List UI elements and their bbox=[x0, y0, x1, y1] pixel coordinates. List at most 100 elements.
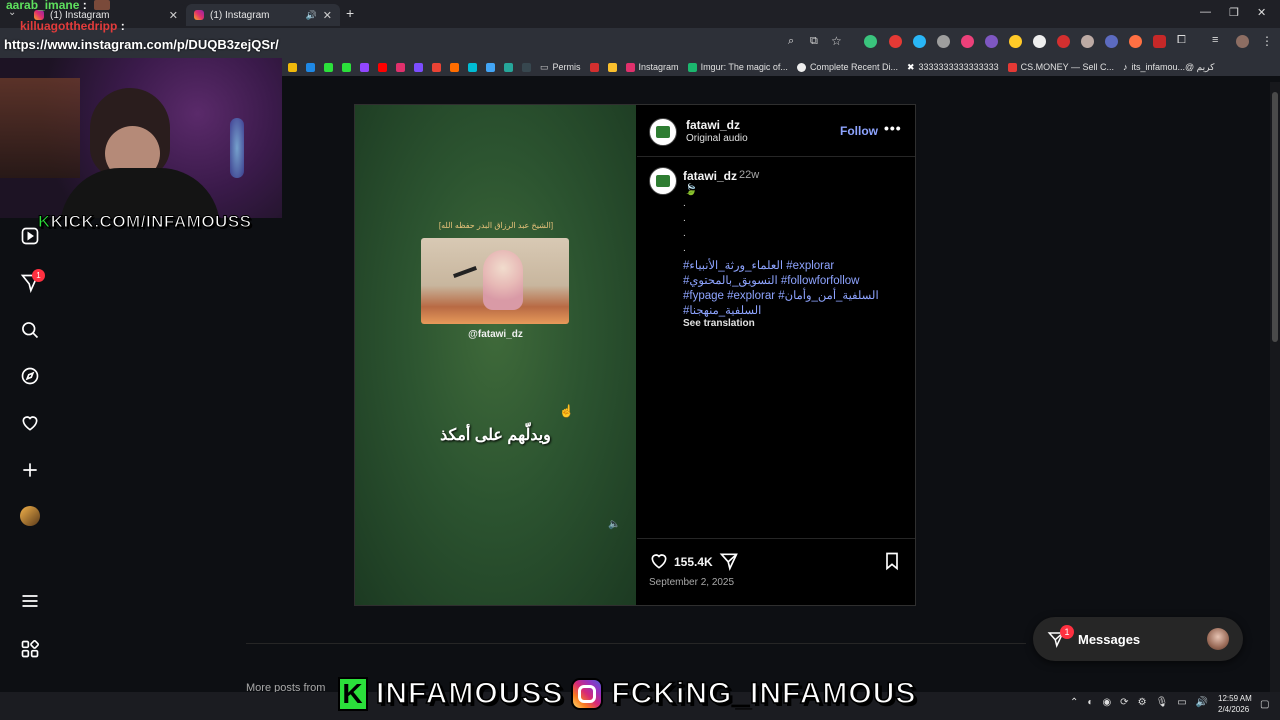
bookmark-3333[interactable]: ✖ 3333333333333333 bbox=[907, 62, 999, 73]
explore-nav-icon[interactable] bbox=[20, 366, 40, 386]
share-send-icon[interactable] bbox=[719, 551, 739, 576]
extension-icon[interactable] bbox=[937, 35, 950, 48]
create-plus-nav-icon[interactable] bbox=[20, 460, 40, 480]
mute-toggle-icon[interactable]: 🔈 bbox=[608, 519, 620, 530]
profile-avatar-nav[interactable] bbox=[20, 506, 40, 526]
extension-icon[interactable] bbox=[1153, 35, 1166, 48]
media-controls-icon[interactable]: ≡ bbox=[1212, 34, 1218, 46]
author-avatar[interactable] bbox=[649, 118, 677, 146]
discord-tray-icon[interactable]: ◉ bbox=[1102, 697, 1111, 708]
zoom-icon[interactable]: ⌕ bbox=[788, 35, 794, 48]
microphone-icon[interactable]: 🎙 bbox=[1156, 697, 1169, 708]
bookmark-icon[interactable] bbox=[414, 62, 423, 72]
new-tab-button[interactable]: + bbox=[346, 5, 354, 21]
bookmark-icon[interactable] bbox=[288, 62, 297, 72]
instagram-icon bbox=[625, 62, 635, 72]
follow-button[interactable]: Follow bbox=[840, 124, 878, 138]
bookmark-icon[interactable] bbox=[607, 62, 617, 72]
youtube-bookmark-icon[interactable] bbox=[378, 62, 387, 72]
install-app-icon[interactable]: ⧉ bbox=[810, 35, 818, 48]
reels-nav-icon[interactable] bbox=[20, 226, 40, 246]
extension-icon[interactable] bbox=[913, 35, 926, 48]
hashtag-line[interactable]: #العلماء_ورثة_الأنبياء #explorar bbox=[683, 259, 893, 274]
minimize-icon[interactable]: — bbox=[1200, 6, 1211, 18]
hashtag-line[interactable]: #fypage #explorar #السلفية_أمن_وأمان bbox=[683, 289, 893, 304]
browser-menu-icon[interactable]: ⋮ bbox=[1261, 34, 1273, 48]
speaker-icon[interactable]: 🔊 bbox=[306, 10, 317, 21]
original-audio-link[interactable]: Original audio bbox=[686, 133, 748, 144]
close-tab-icon[interactable]: ✕ bbox=[169, 9, 178, 22]
bookmark-icon[interactable] bbox=[306, 62, 315, 72]
hashtag-line[interactable]: #السلفية_منهجنا bbox=[683, 304, 893, 319]
notifications-heart-nav-icon[interactable] bbox=[20, 413, 40, 433]
extension-icon[interactable] bbox=[1009, 35, 1022, 48]
tray-app-icon[interactable]: ◐ bbox=[1087, 697, 1093, 708]
profile-avatar-icon[interactable] bbox=[1236, 35, 1249, 48]
search-nav-icon[interactable] bbox=[20, 320, 40, 340]
extension-icon[interactable] bbox=[985, 35, 998, 48]
video-subtitle: ويدلّهم على أمكذ bbox=[440, 427, 551, 444]
bookmark-folder-permis[interactable]: ▭ Permis bbox=[540, 62, 581, 73]
bookmark-github[interactable]: Complete Recent Di... bbox=[796, 62, 898, 72]
bookmark-icon[interactable] bbox=[450, 62, 459, 72]
address-bar-url[interactable]: https://www.instagram.com/p/DUQB3zejQSr/ bbox=[4, 37, 279, 52]
like-count[interactable]: 155.4K bbox=[674, 555, 713, 569]
extension-icon[interactable] bbox=[1105, 35, 1118, 48]
extension-icon[interactable] bbox=[1081, 35, 1094, 48]
bookmark-tiktok[interactable]: ♪ its_infamou...@ كريم bbox=[1123, 62, 1214, 73]
tray-app-icon[interactable]: ⟳ bbox=[1120, 697, 1128, 708]
bookmark-icon[interactable] bbox=[486, 62, 495, 72]
mouse-cursor-icon: ☝ bbox=[559, 404, 574, 418]
caption-timestamp[interactable]: 22w bbox=[739, 169, 759, 181]
bookmark-icon[interactable] bbox=[522, 62, 531, 72]
extension-icon[interactable] bbox=[889, 35, 902, 48]
extension-icon[interactable] bbox=[864, 35, 877, 48]
like-heart-icon[interactable] bbox=[649, 551, 669, 576]
reel-video-player[interactable]: [الشيخ عبد الرزاق البدر حفظه الله] @fata… bbox=[355, 105, 636, 605]
extension-icon[interactable] bbox=[1033, 35, 1046, 48]
instagram-bookmark-icon[interactable] bbox=[396, 62, 405, 72]
kick-bookmark-icon[interactable] bbox=[342, 62, 351, 72]
see-translation-link[interactable]: See translation bbox=[683, 318, 755, 329]
clock-time[interactable]: 12:59 AM bbox=[1218, 694, 1252, 703]
bookmark-icon[interactable] bbox=[468, 62, 477, 72]
caption-username[interactable]: fatawi_dz bbox=[683, 169, 737, 183]
save-bookmark-icon[interactable] bbox=[883, 551, 901, 576]
extension-icon[interactable] bbox=[1129, 35, 1142, 48]
close-tab-icon[interactable]: ✕ bbox=[323, 9, 332, 22]
author-username[interactable]: fatawi_dz bbox=[686, 118, 740, 132]
messages-label: Messages bbox=[1078, 632, 1141, 647]
caption-author-avatar[interactable] bbox=[649, 167, 677, 195]
bookmark-imgur[interactable]: Imgur: The magic of... bbox=[687, 62, 788, 72]
bookmark-instagram[interactable]: Instagram bbox=[625, 62, 679, 72]
caption-dot: . bbox=[683, 213, 686, 224]
scrollbar-thumb[interactable] bbox=[1272, 92, 1278, 342]
twitch-bookmark-icon[interactable] bbox=[360, 62, 369, 72]
clock-date[interactable]: 2/4/2026 bbox=[1218, 705, 1249, 714]
hashtag-line[interactable]: #التسويق_بالمحتوي #followforfollow bbox=[683, 274, 893, 289]
extension-icon[interactable] bbox=[961, 35, 974, 48]
extension-icon[interactable] bbox=[1057, 35, 1070, 48]
more-options-icon[interactable]: ••• bbox=[884, 120, 902, 136]
volume-icon[interactable]: 🔊 bbox=[1196, 697, 1208, 708]
restore-icon[interactable]: ❐ bbox=[1229, 6, 1239, 19]
tray-app-icon[interactable]: ⚙ bbox=[1138, 697, 1147, 708]
network-icon[interactable]: ▭ bbox=[1177, 697, 1186, 708]
kick-bookmark-icon[interactable] bbox=[324, 62, 333, 72]
browser-tab-2-active[interactable]: (1) Instagram 🔊 ✕ bbox=[186, 4, 340, 26]
also-from-meta-nav-icon[interactable] bbox=[20, 639, 40, 659]
webcam-overlay bbox=[0, 58, 282, 218]
folder-icon: ▭ bbox=[540, 61, 549, 72]
bookmark-icon[interactable] bbox=[504, 62, 513, 72]
bookmark-star-icon[interactable]: ☆ bbox=[831, 34, 842, 48]
more-posts-divider bbox=[246, 643, 1026, 644]
avatar-logo-icon bbox=[656, 175, 670, 187]
bookmark-csmoney[interactable]: CS.MONEY — Sell C... bbox=[1007, 62, 1114, 72]
gmail-bookmark-icon[interactable] bbox=[432, 62, 441, 72]
close-window-icon[interactable]: ✕ bbox=[1257, 6, 1266, 19]
extensions-puzzle-icon[interactable]: ⧠ bbox=[1177, 34, 1186, 47]
tray-chevron-icon[interactable]: ⌃ bbox=[1070, 697, 1078, 708]
more-menu-nav-icon[interactable] bbox=[20, 591, 40, 611]
notification-center-icon[interactable]: ▢ bbox=[1260, 699, 1269, 710]
bookmark-icon[interactable] bbox=[589, 62, 599, 72]
